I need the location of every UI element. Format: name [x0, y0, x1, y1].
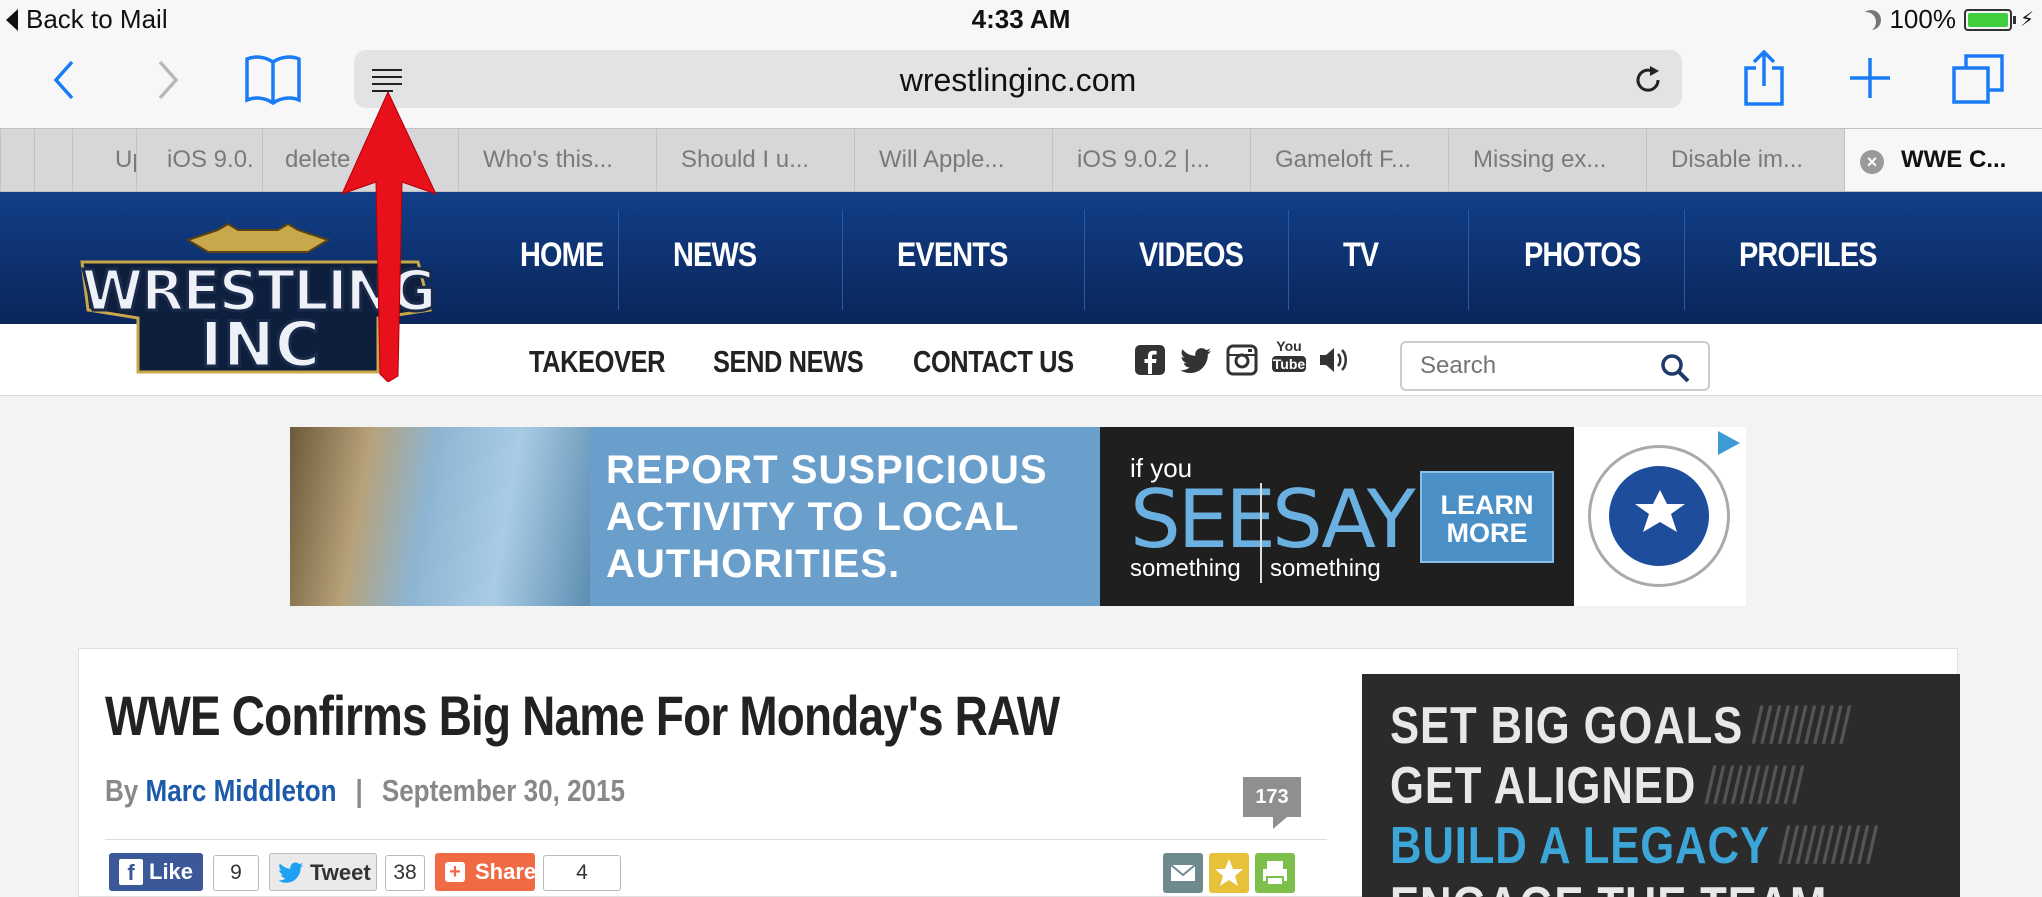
facebook-like-button[interactable]: f Like [109, 853, 203, 891]
nav-divider [842, 210, 843, 310]
status-bar: Back to Mail 4:33 AM 100% ⚡ [0, 0, 2042, 40]
sidebar-ad-line3: BUILD A LEGACY/////////// [1390, 817, 1878, 875]
divider [105, 839, 1327, 840]
ad-photo [290, 427, 590, 606]
share-button[interactable]: + Share [435, 853, 536, 891]
tab-item[interactable]: Up [72, 129, 136, 191]
search-input[interactable] [1420, 351, 1650, 381]
subnav-takeover[interactable]: TAKEOVER [529, 344, 665, 380]
battery-icon [1963, 8, 2016, 31]
email-icon[interactable] [1163, 853, 1203, 893]
nav-tv[interactable]: TV [1343, 236, 1379, 275]
favorite-star-icon[interactable] [1209, 853, 1249, 893]
nav-divider [618, 210, 619, 310]
browser-toolbar: wrestlinginc.com [0, 40, 2042, 128]
tab-item[interactable]: Gameloft F... [1250, 129, 1448, 191]
byline-by: By [105, 773, 139, 808]
print-icon[interactable] [1255, 853, 1295, 893]
nav-divider [1084, 210, 1085, 310]
author-link[interactable]: Marc Middleton [146, 773, 337, 808]
tweet-count: 38 [385, 855, 425, 891]
tab-item[interactable]: Will Apple... [854, 129, 1052, 191]
tab-item[interactable]: iOS 9.0. [136, 129, 262, 191]
nav-news[interactable]: NEWS [673, 236, 757, 275]
nav-divider [1468, 210, 1469, 310]
nav-photos[interactable]: PHOTOS [1524, 236, 1641, 275]
learn-more-button[interactable]: LEARN MORE [1420, 471, 1554, 563]
tab-item[interactable] [0, 129, 34, 191]
tab-item[interactable]: Who's this... [458, 129, 656, 191]
ad-headline: REPORT SUSPICIOUS ACTIVITY TO LOCAL AUTH… [606, 448, 1048, 586]
youtube-icon[interactable]: You Tube [1272, 338, 1306, 380]
bookmarks-icon[interactable] [244, 54, 302, 106]
sidebar-ad-line4: ENGAGE THE TEAM [1390, 876, 1827, 897]
comment-count-badge[interactable]: 173 [1243, 777, 1301, 829]
tab-item[interactable]: Disable im... [1646, 129, 1844, 191]
tabs-overview-icon[interactable] [1952, 54, 2004, 104]
instagram-icon[interactable] [1226, 344, 1258, 376]
battery-percent: 100% [1889, 4, 1956, 34]
share-plus-icon: + [445, 862, 465, 882]
back-chevron-icon[interactable] [50, 58, 80, 102]
subnav-contact-us[interactable]: CONTACT US [913, 344, 1074, 380]
logo-text-inc: INC [200, 308, 320, 381]
tab-item[interactable]: Should I u... [656, 129, 854, 191]
tab-item[interactable] [34, 129, 72, 191]
nav-divider [1684, 210, 1685, 310]
tab-item[interactable]: iOS 9.0.2 |... [1052, 129, 1250, 191]
tab-strip: Up iOS 9.0. delete Who's this... Should … [0, 128, 2042, 192]
ad-choices-icon[interactable] [1718, 431, 1740, 455]
facebook-f-icon: f [119, 859, 143, 885]
article-date: September 30, 2015 [381, 773, 626, 808]
sidebar-ad-line1: SET BIG GOALS/////////// [1390, 697, 1851, 755]
nav-home[interactable]: HOME [520, 236, 604, 275]
facebook-icon[interactable] [1134, 344, 1166, 376]
sidebar-ad-line2: GET ALIGNED/////////// [1390, 757, 1804, 815]
ad-banner[interactable]: REPORT SUSPICIOUS ACTIVITY TO LOCAL AUTH… [290, 427, 1746, 606]
site-search-box[interactable] [1400, 341, 1710, 391]
article-title: WWE Confirms Big Name For Monday's RAW [105, 684, 1060, 747]
share-count: 4 [543, 855, 621, 891]
status-right: 100% ⚡ [1861, 4, 2034, 35]
tweet-button[interactable]: Tweet [269, 853, 377, 891]
close-tab-icon[interactable]: × [1860, 150, 1884, 174]
article-byline: By Marc Middleton | September 30, 2015 [105, 773, 625, 809]
like-count: 9 [213, 855, 259, 891]
annotation-arrow-icon [341, 92, 437, 382]
reload-icon[interactable] [1632, 64, 1664, 96]
sidebar-ad[interactable]: SET BIG GOALS/////////// GET ALIGNED////… [1362, 674, 1960, 897]
nav-profiles[interactable]: PROFILES [1739, 236, 1878, 275]
dhs-seal-icon [1588, 445, 1730, 587]
nav-divider [1288, 210, 1289, 310]
twitter-icon[interactable] [1180, 344, 1212, 376]
byline-separator: | [355, 773, 363, 808]
do-not-disturb-icon [1861, 10, 1881, 30]
new-tab-plus-icon[interactable] [1848, 56, 1892, 100]
charging-icon: ⚡ [2019, 9, 2034, 31]
nav-videos[interactable]: VIDEOS [1139, 236, 1244, 275]
subnav-send-news[interactable]: SEND NEWS [713, 344, 864, 380]
search-icon[interactable] [1660, 353, 1690, 383]
twitter-bird-icon [278, 862, 304, 883]
speaker-icon[interactable] [1318, 344, 1350, 376]
url-text: wrestlinginc.com [899, 62, 1137, 98]
tab-item[interactable]: Missing ex... [1448, 129, 1646, 191]
status-time: 4:33 AM [971, 4, 1071, 34]
address-bar[interactable]: wrestlinginc.com [354, 50, 1682, 108]
forward-chevron-icon[interactable] [152, 58, 182, 102]
nav-events[interactable]: EVENTS [897, 236, 1008, 275]
share-icon[interactable] [1742, 50, 1786, 106]
